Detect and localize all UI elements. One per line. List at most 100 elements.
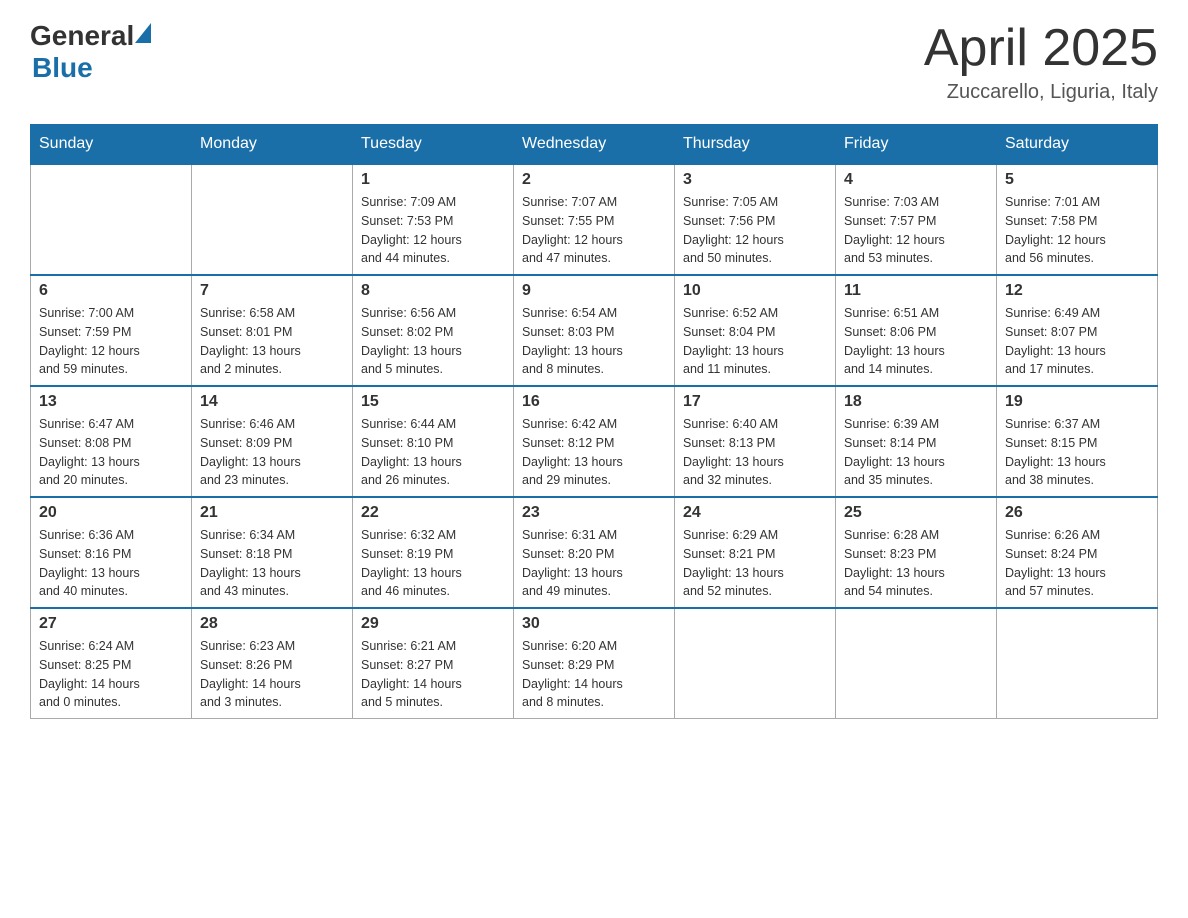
day-info: Sunrise: 6:39 AMSunset: 8:14 PMDaylight:…: [844, 415, 988, 490]
calendar-day-cell: [675, 608, 836, 719]
calendar-day-header: Wednesday: [514, 125, 675, 165]
calendar-day-header: Thursday: [675, 125, 836, 165]
day-number: 15: [361, 393, 505, 411]
day-number: 21: [200, 504, 344, 522]
day-number: 3: [683, 171, 827, 189]
calendar-day-cell: 6 Sunrise: 7:00 AMSunset: 7:59 PMDaylight…: [31, 275, 192, 386]
calendar-week-row: 1Sunrise: 7:09 AMSunset: 7:53 PMDaylight…: [31, 164, 1158, 275]
logo-image: General: [30, 20, 151, 52]
day-info: Sunrise: 7:05 AMSunset: 7:56 PMDaylight:…: [683, 193, 827, 268]
day-number: 16: [522, 393, 666, 411]
calendar-day-cell: 7 Sunrise: 6:58 AMSunset: 8:01 PMDaylight…: [192, 275, 353, 386]
month-title: April 2025: [924, 20, 1158, 77]
day-info: Sunrise: 6:29 AMSunset: 8:21 PMDaylight:…: [683, 526, 827, 601]
day-number: 4: [844, 171, 988, 189]
day-number: 7: [200, 282, 344, 300]
day-number: 8: [361, 282, 505, 300]
day-info: Sunrise: 6:37 AMSunset: 8:15 PMDaylight:…: [1005, 415, 1149, 490]
logo-flag-icon: [135, 23, 151, 43]
day-info: Sunrise: 6:44 AMSunset: 8:10 PMDaylight:…: [361, 415, 505, 490]
calendar-day-cell: 23Sunrise: 6:31 AMSunset: 8:20 PMDayligh…: [514, 497, 675, 608]
day-info: Sunrise: 7:00 AMSunset: 7:59 PMDaylight:…: [39, 304, 183, 379]
calendar-day-cell: 1Sunrise: 7:09 AMSunset: 7:53 PMDaylight…: [353, 164, 514, 275]
calendar-day-cell: [997, 608, 1158, 719]
calendar-day-cell: 15 Sunrise: 6:44 AMSunset: 8:10 PMDayligh…: [353, 386, 514, 497]
calendar-day-cell: 30 Sunrise: 6:20 AMSunset: 8:29 PMDayligh…: [514, 608, 675, 719]
calendar-day-header: Tuesday: [353, 125, 514, 165]
day-info: Sunrise: 6:58 AMSunset: 8:01 PMDaylight:…: [200, 304, 344, 379]
day-info: Sunrise: 6:34 AMSunset: 8:18 PMDaylight:…: [200, 526, 344, 601]
calendar-day-cell: [31, 164, 192, 275]
day-info: Sunrise: 6:47 AMSunset: 8:08 PMDaylight:…: [39, 415, 183, 490]
calendar-day-cell: 26Sunrise: 6:26 AMSunset: 8:24 PMDayligh…: [997, 497, 1158, 608]
day-number: 26: [1005, 504, 1149, 522]
day-info: Sunrise: 6:31 AMSunset: 8:20 PMDaylight:…: [522, 526, 666, 601]
day-number: 20: [39, 504, 183, 522]
calendar-day-cell: 8 Sunrise: 6:56 AMSunset: 8:02 PMDaylight…: [353, 275, 514, 386]
day-info: Sunrise: 6:56 AMSunset: 8:02 PMDaylight:…: [361, 304, 505, 379]
calendar-day-header: Saturday: [997, 125, 1158, 165]
day-number: 22: [361, 504, 505, 522]
calendar-day-cell: 22 Sunrise: 6:32 AMSunset: 8:19 PMDayligh…: [353, 497, 514, 608]
calendar-day-cell: [192, 164, 353, 275]
calendar-day-cell: 5 Sunrise: 7:01 AMSunset: 7:58 PMDaylight…: [997, 164, 1158, 275]
day-number: 10: [683, 282, 827, 300]
calendar-day-header: Monday: [192, 125, 353, 165]
day-number: 27: [39, 615, 183, 633]
day-number: 1: [361, 171, 505, 189]
day-info: Sunrise: 6:23 AMSunset: 8:26 PMDaylight:…: [200, 637, 344, 712]
day-info: Sunrise: 6:20 AMSunset: 8:29 PMDaylight:…: [522, 637, 666, 712]
calendar-day-cell: 19 Sunrise: 6:37 AMSunset: 8:15 PMDayligh…: [997, 386, 1158, 497]
day-number: 2: [522, 171, 666, 189]
calendar-day-cell: 29Sunrise: 6:21 AMSunset: 8:27 PMDayligh…: [353, 608, 514, 719]
day-number: 25: [844, 504, 988, 522]
day-number: 14: [200, 393, 344, 411]
day-number: 13: [39, 393, 183, 411]
logo-general-text: General: [30, 20, 134, 52]
day-info: Sunrise: 6:36 AMSunset: 8:16 PMDaylight:…: [39, 526, 183, 601]
calendar-header-row: SundayMondayTuesdayWednesdayThursdayFrid…: [31, 125, 1158, 165]
day-info: Sunrise: 6:40 AMSunset: 8:13 PMDaylight:…: [683, 415, 827, 490]
day-info: Sunrise: 7:01 AMSunset: 7:58 PMDaylight:…: [1005, 193, 1149, 268]
calendar-day-cell: 27 Sunrise: 6:24 AMSunset: 8:25 PMDayligh…: [31, 608, 192, 719]
day-info: Sunrise: 7:03 AMSunset: 7:57 PMDaylight:…: [844, 193, 988, 268]
day-number: 5: [1005, 171, 1149, 189]
calendar-day-cell: 20 Sunrise: 6:36 AMSunset: 8:16 PMDayligh…: [31, 497, 192, 608]
calendar-day-cell: 28 Sunrise: 6:23 AMSunset: 8:26 PMDayligh…: [192, 608, 353, 719]
logo: General Blue: [30, 20, 151, 84]
calendar-day-cell: 24Sunrise: 6:29 AMSunset: 8:21 PMDayligh…: [675, 497, 836, 608]
day-number: 6: [39, 282, 183, 300]
calendar-day-header: Friday: [836, 125, 997, 165]
calendar-day-cell: 18 Sunrise: 6:39 AMSunset: 8:14 PMDayligh…: [836, 386, 997, 497]
day-number: 17: [683, 393, 827, 411]
day-info: Sunrise: 6:49 AMSunset: 8:07 PMDaylight:…: [1005, 304, 1149, 379]
calendar-day-cell: 25Sunrise: 6:28 AMSunset: 8:23 PMDayligh…: [836, 497, 997, 608]
calendar-day-cell: 9 Sunrise: 6:54 AMSunset: 8:03 PMDaylight…: [514, 275, 675, 386]
day-number: 18: [844, 393, 988, 411]
day-number: 9: [522, 282, 666, 300]
calendar-day-cell: 3 Sunrise: 7:05 AMSunset: 7:56 PMDaylight…: [675, 164, 836, 275]
day-info: Sunrise: 6:32 AMSunset: 8:19 PMDaylight:…: [361, 526, 505, 601]
calendar-day-cell: 2Sunrise: 7:07 AMSunset: 7:55 PMDaylight…: [514, 164, 675, 275]
calendar-day-cell: [836, 608, 997, 719]
day-number: 11: [844, 282, 988, 300]
calendar-day-cell: 17 Sunrise: 6:40 AMSunset: 8:13 PMDayligh…: [675, 386, 836, 497]
day-info: Sunrise: 6:51 AMSunset: 8:06 PMDaylight:…: [844, 304, 988, 379]
day-info: Sunrise: 6:42 AMSunset: 8:12 PMDaylight:…: [522, 415, 666, 490]
day-number: 30: [522, 615, 666, 633]
calendar-day-cell: 10Sunrise: 6:52 AMSunset: 8:04 PMDayligh…: [675, 275, 836, 386]
calendar-week-row: 13 Sunrise: 6:47 AMSunset: 8:08 PMDayligh…: [31, 386, 1158, 497]
day-number: 19: [1005, 393, 1149, 411]
calendar-day-cell: 11 Sunrise: 6:51 AMSunset: 8:06 PMDayligh…: [836, 275, 997, 386]
day-info: Sunrise: 6:21 AMSunset: 8:27 PMDaylight:…: [361, 637, 505, 712]
calendar-day-cell: 14Sunrise: 6:46 AMSunset: 8:09 PMDayligh…: [192, 386, 353, 497]
day-info: Sunrise: 6:54 AMSunset: 8:03 PMDaylight:…: [522, 304, 666, 379]
calendar-day-cell: 4 Sunrise: 7:03 AMSunset: 7:57 PMDaylight…: [836, 164, 997, 275]
page-header: General Blue April 2025 Zuccarello, Ligu…: [30, 20, 1158, 104]
calendar-week-row: 6 Sunrise: 7:00 AMSunset: 7:59 PMDaylight…: [31, 275, 1158, 386]
day-number: 28: [200, 615, 344, 633]
calendar-day-cell: 21 Sunrise: 6:34 AMSunset: 8:18 PMDayligh…: [192, 497, 353, 608]
day-info: Sunrise: 6:24 AMSunset: 8:25 PMDaylight:…: [39, 637, 183, 712]
title-section: April 2025 Zuccarello, Liguria, Italy: [924, 20, 1158, 104]
calendar-week-row: 27 Sunrise: 6:24 AMSunset: 8:25 PMDayligh…: [31, 608, 1158, 719]
